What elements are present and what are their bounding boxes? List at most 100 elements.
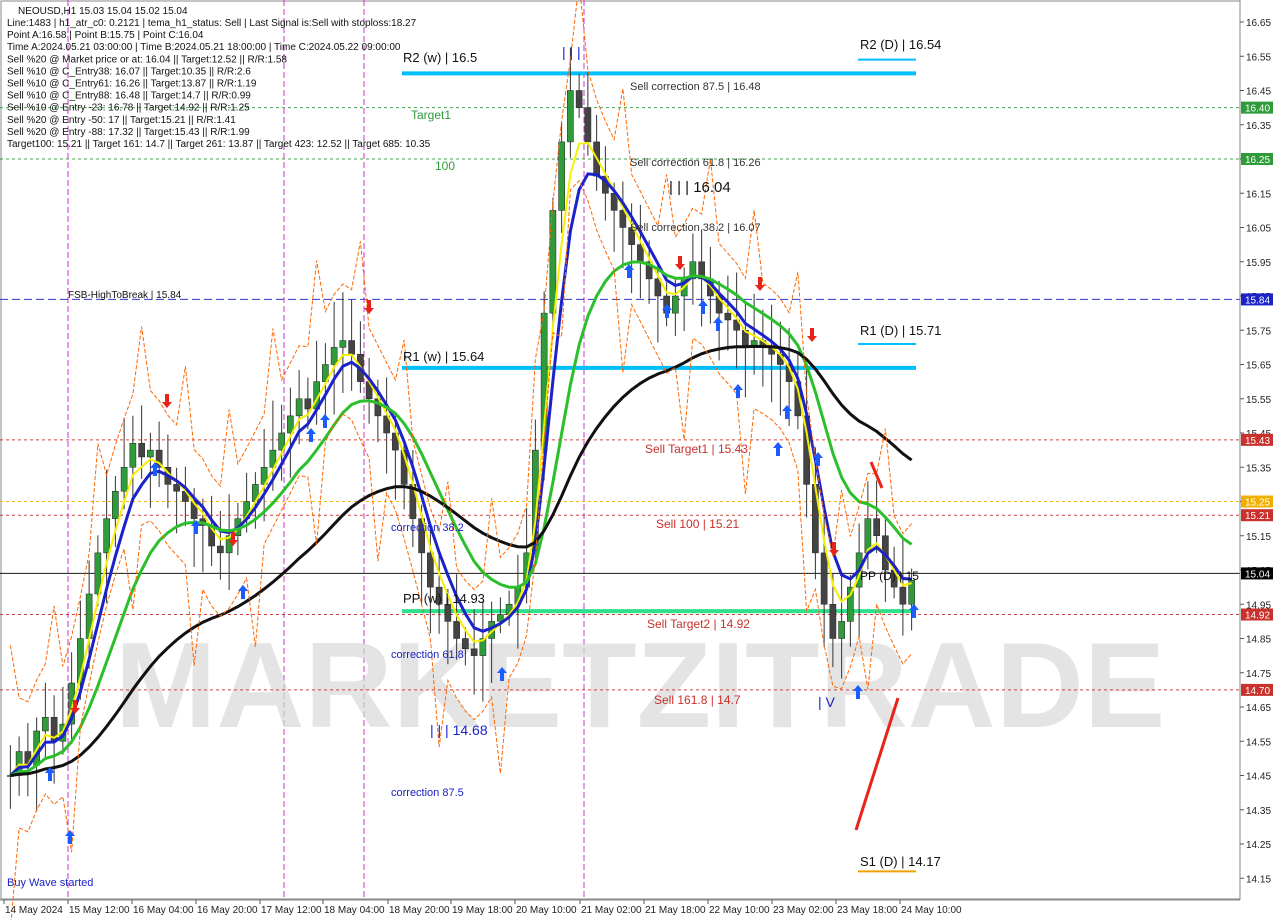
candle-body [120, 467, 128, 492]
r2-daily-label: R2 (D) | 16.54 [860, 37, 941, 52]
candle-body [348, 340, 355, 355]
buy-wave-label: Buy Wave started [7, 877, 93, 889]
y-tick-label: 14.75 [1246, 669, 1271, 680]
info-line: Sell %20 @ Entry -50: 17 || Target:15.21… [7, 115, 236, 126]
candle-body [829, 604, 837, 639]
x-tick-label: 20 May 10:00 [516, 905, 577, 916]
price-tag-label: 14.92 [1245, 611, 1270, 622]
point-c-label: | | | 16.04 [669, 179, 731, 196]
target1-label: Target1 [411, 108, 451, 122]
info-line: Sell %10 @ C_Entry88: 16.48 || Target:14… [7, 91, 251, 102]
candle-body [217, 545, 224, 554]
wave-top-label: | | | [562, 44, 581, 60]
price-axis: 16.65 16.55 16.45 16.35 16.25 16.15 16.05 15.95… [1239, 0, 1280, 920]
x-tick-label: 23 May 18:00 [837, 905, 898, 916]
candle-body [138, 443, 145, 458]
x-tick-label: 24 May 10:00 [901, 905, 962, 916]
y-tick-label: 14.25 [1246, 840, 1271, 851]
fsb-label: FSB-HighToBreak | 15.84 [68, 290, 182, 301]
price-chart[interactable]: MARKETZITRADE R2 (w) | 16.5 R1 (w) | 15.6… [0, 0, 1280, 920]
y-tick-label: 16.15 [1246, 189, 1271, 200]
candle-body [129, 443, 137, 468]
x-tick-label: 19 May 18:00 [452, 905, 513, 916]
r1-weekly-label: R1 (w) | 15.64 [403, 349, 484, 364]
y-tick-label: 15.75 [1246, 326, 1271, 337]
x-tick-label: 15 May 12:00 [69, 905, 130, 916]
price-tag-label: 15.04 [1245, 569, 1270, 580]
y-tick-label: 16.45 [1246, 87, 1271, 98]
chart-background [0, 0, 1280, 920]
y-tick-label: 15.55 [1246, 395, 1271, 406]
candle-body [820, 552, 828, 605]
y-tick-label: 14.35 [1246, 806, 1271, 817]
x-tick-label: 18 May 04:00 [324, 905, 385, 916]
candle-body [558, 141, 565, 211]
candle-body [103, 518, 110, 554]
candle-body [330, 347, 338, 365]
y-tick-label: 16.65 [1246, 18, 1271, 29]
correction-382-label: correction 38.2 [391, 522, 464, 534]
x-tick-label: 22 May 10:00 [709, 905, 770, 916]
candle-body [173, 484, 180, 492]
pp-daily-label: PP (D) | 15 [860, 569, 919, 583]
candle-body [147, 449, 154, 458]
y-tick-label: 15.65 [1246, 361, 1271, 372]
x-tick-label: 14 May 2024 [5, 905, 63, 916]
y-tick-label: 14.55 [1246, 737, 1271, 748]
info-line: Sell %10 @ C_Entry38: 16.07 || Target:10… [7, 66, 251, 77]
candle-body [584, 107, 592, 143]
info-line: Sell %20 @ Entry -88: 17.32 || Target:15… [7, 127, 250, 138]
candle-body [453, 621, 460, 639]
y-tick-label: 16.35 [1246, 121, 1271, 132]
y-tick-label: 16.05 [1246, 224, 1271, 235]
candle-body [672, 295, 679, 314]
info-line: Sell %10 @ Entry -23: 16.78 || Target:14… [7, 103, 250, 114]
y-tick-label: 14.15 [1246, 874, 1271, 885]
info-line: Target100: 15.21 || Target 161: 14.7 || … [7, 139, 431, 150]
price-tag-label: 15.43 [1245, 436, 1270, 447]
sell-1618-label: Sell 161.8 | 14.7 [654, 693, 741, 707]
correction-618-label: correction 61.8 [391, 649, 464, 661]
candle-body [339, 340, 347, 348]
candle-body [304, 398, 312, 410]
price-tag-label: 16.25 [1245, 155, 1270, 166]
price-tag-label: 16.40 [1245, 104, 1270, 115]
sell-100-label: Sell 100 | 15.21 [656, 517, 740, 531]
sell-correction-618-label: Sell correction 61.8 | 16.26 [630, 157, 761, 169]
s1-daily-label: S1 (D) | 14.17 [860, 854, 941, 869]
x-tick-label: 16 May 20:00 [197, 905, 258, 916]
candle-body [295, 398, 303, 417]
price-tag-label: 15.25 [1245, 498, 1270, 509]
info-line: Point A:16.58 | Point B:15.75 | Point C:… [7, 30, 204, 41]
x-tick-label: 21 May 02:00 [581, 905, 642, 916]
watermark-text: MARKETZITRADE [115, 617, 1165, 753]
sell-target2-label: Sell Target2 | 14.92 [647, 617, 750, 631]
y-tick-label: 16.55 [1246, 52, 1271, 63]
y-tick-label: 14.85 [1246, 635, 1271, 646]
sell-correction-875-label: Sell correction 87.5 | 16.48 [630, 81, 761, 93]
pp-weekly-label: PP (w) | 14.93 [403, 591, 485, 606]
watermark: MARKETZITRADE [115, 617, 1165, 753]
symbol-line: NEOUSD,H1 15.03 15.04 15.02 15.04 [18, 6, 188, 17]
candle-body [724, 312, 732, 321]
target100-label: 100 [435, 159, 455, 173]
candle-body [838, 621, 845, 639]
candle-body [567, 90, 574, 143]
r2-weekly-label: R2 (w) | 16.5 [403, 50, 477, 65]
candle-body [873, 518, 880, 536]
y-tick-label: 15.15 [1246, 532, 1271, 543]
sell-correction-382-label: Sell correction 38.2 | 16.07 [630, 222, 761, 234]
info-line: Time A:2024.05.21 03:00:00 | Time B:2024… [7, 42, 401, 53]
candle-body [462, 638, 469, 650]
candle-body [42, 717, 49, 732]
wave-low-label: | | | 14.68 [430, 722, 488, 738]
candle-body [575, 90, 583, 108]
candle-body [444, 604, 452, 622]
price-tag-label: 15.21 [1245, 511, 1270, 522]
x-tick-label: 18 May 20:00 [389, 905, 450, 916]
info-line: Sell %10 @ C_Entry61: 16.26 || Target:13… [7, 79, 257, 90]
x-tick-label: 21 May 18:00 [645, 905, 706, 916]
y-tick-label: 14.45 [1246, 772, 1271, 783]
price-tag-label: 15.84 [1245, 295, 1270, 306]
candle-body [112, 490, 119, 519]
